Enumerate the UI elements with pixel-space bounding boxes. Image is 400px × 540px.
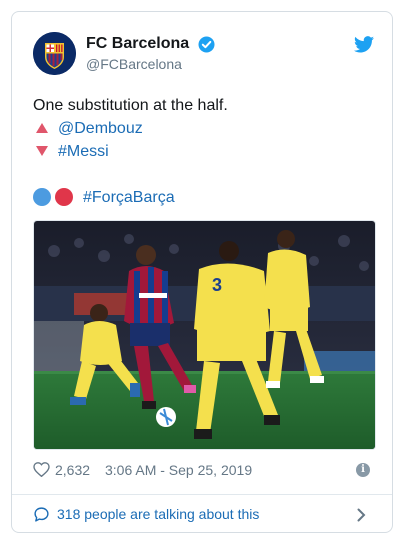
- hashtag-link-messi[interactable]: #Messi: [58, 143, 109, 160]
- conversation-link[interactable]: 318 people are talking about this: [33, 495, 374, 532]
- account-names: FC Barcelona @FCBarcelona: [86, 35, 215, 72]
- down-arrow-icon: [33, 140, 51, 163]
- info-icon[interactable]: i: [356, 463, 370, 477]
- tweet-text: One substitution at the half. @Dembouz #…: [33, 94, 374, 209]
- avatar[interactable]: [33, 32, 76, 75]
- verified-badge-icon: [198, 36, 215, 53]
- tweet-photo[interactable]: 3: [33, 220, 376, 450]
- tweet-timestamp[interactable]: 3:06 AM - Sep 25, 2019: [105, 462, 252, 478]
- display-name[interactable]: FC Barcelona: [86, 35, 189, 53]
- up-arrow-icon: [33, 117, 51, 140]
- tweet-meta: 2,632 3:06 AM - Sep 25, 2019 i: [33, 459, 374, 483]
- mention-link[interactable]: @Dembouz: [58, 120, 143, 137]
- like-count[interactable]: 2,632: [55, 462, 90, 478]
- chevron-right-icon: [357, 508, 366, 527]
- heart-icon[interactable]: [33, 462, 50, 480]
- sub-in-line: @Dembouz: [33, 117, 374, 140]
- blue-red-circles-icon: [33, 186, 79, 209]
- svg-text:3: 3: [212, 275, 222, 295]
- sub-out-line: #Messi: [33, 140, 374, 163]
- speech-bubble-icon: [33, 506, 50, 528]
- tweet-line: One substitution at the half.: [33, 97, 228, 114]
- twitter-bird-icon[interactable]: [354, 36, 374, 53]
- hashtag-line: #ForçaBarça: [33, 186, 374, 209]
- talking-count: 318 people are talking about this: [57, 506, 260, 522]
- tweet-header: FC Barcelona @FCBarcelona: [33, 32, 374, 80]
- account-handle[interactable]: @FCBarcelona: [86, 56, 215, 72]
- tweet-card: FC Barcelona @FCBarcelona One substituti…: [11, 11, 393, 533]
- hashtag-link-forca-barca[interactable]: #ForçaBarça: [83, 189, 175, 206]
